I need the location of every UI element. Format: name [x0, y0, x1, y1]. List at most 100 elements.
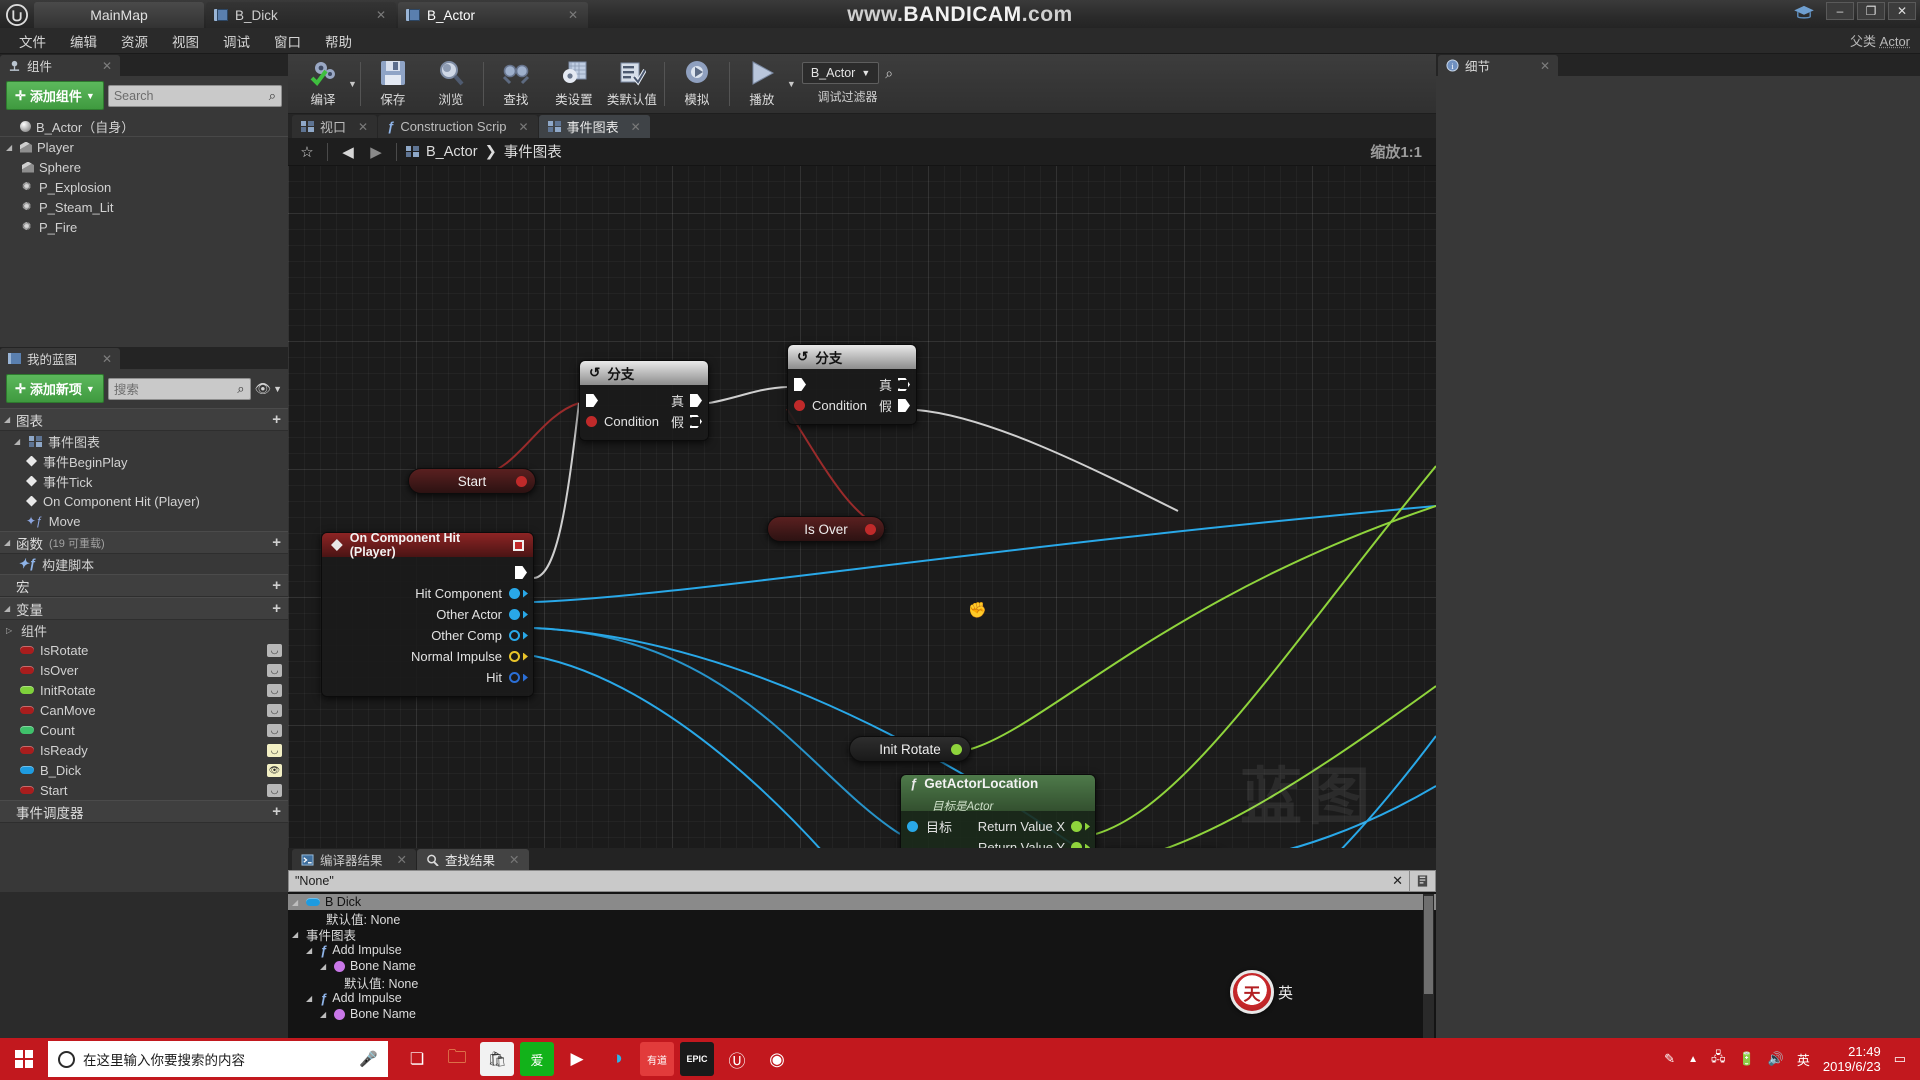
expander-icon[interactable]: ◢: [6, 143, 15, 152]
expander-icon[interactable]: ◢: [306, 946, 315, 955]
eye-icon[interactable]: ◡: [267, 663, 282, 677]
chevron-up-icon[interactable]: ▲: [1688, 1054, 1698, 1065]
section-macros[interactable]: 宏 +: [0, 574, 288, 597]
clear-icon[interactable]: ✕: [1392, 873, 1403, 889]
add-graph-button[interactable]: +: [272, 411, 281, 428]
add-new-button[interactable]: ✛ 添加新项 ▼: [6, 374, 104, 403]
component-row-sphere[interactable]: Sphere: [0, 157, 288, 177]
tab-details[interactable]: i 细节 ✕: [1438, 55, 1558, 76]
toolbar-compile-button[interactable]: 编译: [294, 56, 352, 112]
section-functions[interactable]: ◢ 函数 (19 可重载) +: [0, 531, 288, 554]
toolbar-save-button[interactable]: 保存: [364, 56, 422, 112]
menu-assets[interactable]: 资源: [110, 28, 159, 54]
tab-b-actor[interactable]: B_Actor ✕: [398, 2, 588, 28]
other-comp-out-pin[interactable]: [509, 630, 520, 641]
variable-row-b-dick[interactable]: B_Dick 👁: [0, 760, 288, 780]
node-branch-1[interactable]: ↺ 分支 真 Condition 假: [579, 360, 709, 441]
minimize-button[interactable]: –: [1826, 2, 1854, 20]
expander-icon[interactable]: ◢: [4, 538, 13, 547]
add-event-dispatcher-button[interactable]: +: [272, 803, 281, 820]
variable-row-isover[interactable]: IsOver ◡: [0, 660, 288, 680]
iqiyi-icon[interactable]: 爱: [520, 1042, 554, 1076]
graph-item-move[interactable]: ✦ƒ Move: [0, 511, 288, 531]
close-icon[interactable]: ✕: [102, 59, 112, 73]
section-graphs[interactable]: ◢ 图表 +: [0, 408, 288, 431]
arrow-right-icon[interactable]: ▶: [365, 143, 387, 161]
node-on-component-hit[interactable]: On Component Hit (Player) Hit Component …: [321, 531, 534, 697]
variable-row-initrotate[interactable]: InitRotate ◡: [0, 680, 288, 700]
parent-class-value[interactable]: Actor: [1880, 34, 1910, 49]
microsoft-store-icon[interactable]: 🛍: [480, 1042, 514, 1076]
variable-group-components[interactable]: ▷ 组件: [0, 620, 288, 640]
component-row-self[interactable]: B_Actor（自身）: [0, 117, 288, 137]
hit-component-out-pin[interactable]: [509, 588, 520, 599]
results-scrollbar[interactable]: [1423, 894, 1434, 1038]
component-row-p-steam-lit[interactable]: ✺ P_Steam_Lit: [0, 197, 288, 217]
float-out-pin[interactable]: [951, 743, 962, 755]
graph-item-event-tick[interactable]: 事件Tick: [0, 471, 288, 491]
unreal-engine-icon[interactable]: Ⓤ: [720, 1042, 754, 1076]
notification-icon[interactable]: ▭: [1894, 1051, 1906, 1067]
eye-icon[interactable]: ◡: [267, 743, 282, 757]
close-icon[interactable]: ✕: [1540, 59, 1550, 73]
other-actor-out-pin[interactable]: [509, 609, 520, 620]
expander-icon[interactable]: ◢: [306, 994, 315, 1003]
results-list[interactable]: ◢ B Dick 默认值: None ◢ 事件图表 ◢ ƒ Add Impuls…: [288, 892, 1436, 1040]
exec-out-false-pin[interactable]: [690, 415, 702, 428]
exec-out-true-pin[interactable]: [690, 394, 702, 407]
close-icon[interactable]: ✕: [102, 352, 112, 366]
component-row-player[interactable]: ◢ Player: [0, 137, 288, 157]
menu-view[interactable]: 视图: [161, 28, 210, 54]
expander-icon[interactable]: ◢: [320, 962, 329, 971]
function-item-construction-script[interactable]: ✦ƒ 构建脚本: [0, 554, 288, 574]
component-row-p-explosion[interactable]: ✺ P_Explosion: [0, 177, 288, 197]
node-init-rotate-variable[interactable]: Init Rotate: [849, 736, 971, 762]
ime-logo-icon[interactable]: 天: [1230, 970, 1274, 1014]
graph-item-on-component-hit[interactable]: On Component Hit (Player): [0, 491, 288, 511]
condition-in-pin[interactable]: [586, 416, 597, 427]
results-search-input[interactable]: "None" ✕: [288, 870, 1410, 892]
menu-edit[interactable]: 编辑: [59, 28, 108, 54]
breadcrumb-leaf[interactable]: 事件图表: [504, 141, 562, 162]
result-row[interactable]: ◢ B Dick: [288, 894, 1436, 910]
file-explorer-icon[interactable]: 🗀: [440, 1042, 474, 1076]
result-row[interactable]: ◢ ƒ Add Impulse: [288, 942, 1436, 958]
toolbar-browse-button[interactable]: 浏览: [422, 56, 480, 112]
close-icon[interactable]: ✕: [358, 8, 386, 22]
debug-filter-combo[interactable]: B_Actor ▼: [801, 62, 880, 84]
microphone-icon[interactable]: 🎤: [359, 1050, 378, 1068]
tab-my-blueprint[interactable]: 我的蓝图 ✕: [0, 348, 120, 369]
exec-out-pin[interactable]: [515, 566, 527, 579]
start-button[interactable]: [0, 1038, 48, 1080]
menu-file[interactable]: 文件: [8, 28, 57, 54]
toolbar-class-defaults-button[interactable]: 类默认值: [603, 56, 661, 112]
delegate-badge-icon[interactable]: [513, 539, 524, 551]
results-filter-button[interactable]: [1410, 870, 1436, 892]
target-in-pin[interactable]: [907, 821, 918, 832]
exec-out-false-pin[interactable]: [898, 399, 910, 412]
network-icon[interactable]: 🖧: [1711, 1048, 1726, 1070]
epic-games-icon[interactable]: EPIC: [680, 1042, 714, 1076]
eye-icon[interactable]: ◡: [267, 643, 282, 657]
hit-out-pin[interactable]: [509, 672, 520, 683]
toolbar-find-button[interactable]: 查找: [487, 56, 545, 112]
expander-icon[interactable]: ◢: [292, 930, 301, 939]
exec-out-true-pin[interactable]: [898, 378, 910, 391]
my-blueprint-search-input[interactable]: 搜索 ⌕: [107, 377, 251, 400]
graph-item-event-beginplay[interactable]: 事件BeginPlay: [0, 451, 288, 471]
add-component-button[interactable]: ✛ 添加组件 ▼: [6, 81, 104, 110]
exec-in-pin[interactable]: [794, 378, 806, 391]
return-x-out-pin[interactable]: [1071, 821, 1082, 832]
condition-in-pin[interactable]: [794, 400, 805, 411]
variable-row-isready[interactable]: IsReady ◡: [0, 740, 288, 760]
toolbar-class-settings-button[interactable]: 类设置: [545, 56, 603, 112]
tab-event-graph[interactable]: 事件图表 ✕: [538, 115, 650, 138]
compile-options-caret[interactable]: ▼: [348, 79, 357, 89]
close-icon[interactable]: ✕: [550, 8, 578, 22]
eye-icon[interactable]: ◡: [267, 783, 282, 797]
arrow-left-icon[interactable]: ◀: [337, 143, 359, 161]
toolbar-simulate-button[interactable]: 模拟: [668, 56, 726, 112]
visibility-options[interactable]: 👁 ▼: [255, 381, 282, 397]
pen-icon[interactable]: ✎: [1664, 1051, 1675, 1067]
blueprint-canvas[interactable]: ↺ 分支 真 Condition 假 ↺ 分支 真 Condition 假 St…: [288, 166, 1436, 854]
